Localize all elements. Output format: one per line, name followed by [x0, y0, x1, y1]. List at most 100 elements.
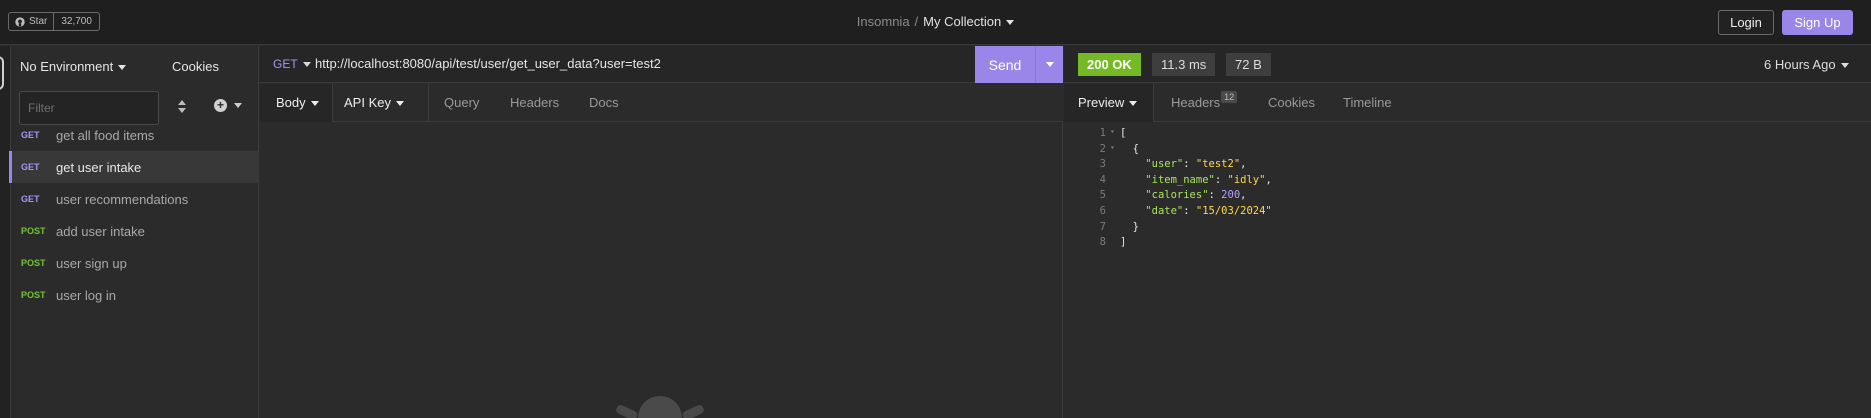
- code-line: 4 "item_name": "idly",: [1074, 174, 1272, 190]
- tab-response-headers-text: Headers: [1171, 95, 1221, 110]
- url-input[interactable]: http://localhost:8080/api/test/user/get_…: [315, 56, 1015, 71]
- code-line: 6 "date": "15/03/2024": [1074, 205, 1272, 221]
- chevron-down-icon: [395, 101, 404, 107]
- tab-body[interactable]: Body: [260, 84, 333, 122]
- response-time: 11.3 ms: [1152, 53, 1216, 76]
- environment-selector[interactable]: No Environment: [20, 59, 127, 74]
- request-item[interactable]: POST add user intake: [12, 215, 259, 247]
- top-bar: Star 32,700 Insomnia / My Collection Login…: [0, 0, 1871, 45]
- line-number: 4: [1099, 173, 1106, 186]
- breadcrumb-collection[interactable]: My Collection: [923, 14, 1015, 29]
- json-key: "calories": [1145, 189, 1209, 202]
- chevron-down-icon: [1045, 62, 1054, 67]
- tab-auth[interactable]: API Key: [333, 84, 429, 122]
- method-badge: POST: [21, 226, 46, 236]
- response-history-dropdown[interactable]: 6 Hours Ago: [1764, 57, 1849, 72]
- request-name: get all food items: [56, 127, 155, 143]
- breadcrumb: Insomnia / My Collection: [0, 14, 1871, 29]
- tab-response-cookies[interactable]: Cookies: [1268, 95, 1315, 110]
- add-request-button[interactable]: +: [214, 99, 242, 112]
- request-item[interactable]: GET get all food items: [12, 119, 259, 151]
- tab-body-text: Body: [276, 95, 306, 110]
- sidebar-toggle-handle[interactable]: [0, 56, 4, 90]
- tab-preview[interactable]: Preview: [1064, 84, 1154, 122]
- response-status-bar: 200 OK 11.3 ms 72 B 6 Hours Ago: [1064, 46, 1871, 83]
- send-options-dropdown[interactable]: [1035, 46, 1063, 83]
- chevron-down-icon: [1840, 63, 1849, 69]
- request-name: get user intake: [56, 159, 142, 175]
- sidebar-collapse-strip[interactable]: [0, 46, 11, 418]
- url-bar: GET http://localhost:8080/api/test/user/…: [260, 46, 1063, 83]
- request-name: user log in: [56, 287, 116, 303]
- line-number: 3: [1099, 158, 1106, 171]
- chevron-down-icon: [1129, 101, 1138, 107]
- chevron-down-icon: [310, 101, 319, 107]
- code-line: 2 ▾ {: [1074, 143, 1272, 159]
- line-number: 8: [1099, 236, 1106, 249]
- request-item[interactable]: GET get user intake: [9, 151, 259, 183]
- json-bracket: ]: [1120, 236, 1127, 249]
- cookies-button[interactable]: Cookies: [172, 59, 219, 74]
- line-number: 6: [1099, 204, 1106, 217]
- tab-response-headers[interactable]: Headers 12: [1171, 91, 1238, 110]
- send-label: Send: [988, 56, 1022, 73]
- empty-state-icon: [616, 396, 704, 418]
- line-number: 5: [1099, 189, 1106, 202]
- response-tabs: Preview Headers 12 Cookies Timeline: [1064, 84, 1871, 122]
- fold-icon[interactable]: ▾: [1110, 143, 1120, 159]
- tab-headers[interactable]: Headers: [510, 95, 559, 110]
- method-badge: GET: [21, 162, 40, 172]
- line-number: 1: [1099, 127, 1106, 139]
- breadcrumb-separator: /: [914, 14, 919, 29]
- sort-icon[interactable]: [176, 99, 188, 117]
- response-age: 6 Hours Ago: [1764, 57, 1836, 72]
- tab-query[interactable]: Query: [444, 95, 479, 110]
- sidebar: No Environment Cookies + GET get all food…: [9, 46, 259, 418]
- method-badge: GET: [21, 194, 40, 204]
- tab-preview-text: Preview: [1078, 95, 1125, 110]
- request-item[interactable]: POST user sign up: [12, 247, 259, 279]
- tab-auth-label: API Key: [344, 95, 404, 110]
- send-button[interactable]: Send: [975, 46, 1063, 83]
- code-line: 5 "calories": 200,: [1074, 189, 1272, 205]
- plus-icon: +: [214, 99, 227, 112]
- json-brace: {: [1132, 142, 1139, 155]
- method-selector[interactable]: GET: [273, 57, 311, 71]
- chevron-down-icon: [1006, 20, 1015, 26]
- fold-icon[interactable]: ▾: [1110, 127, 1120, 143]
- code-line: 8]: [1074, 236, 1272, 252]
- response-body-panel: 1 ▾[ 2 ▾ { 3 "user": "test2", 4 "item_name…: [1064, 122, 1871, 418]
- request-name: user sign up: [56, 255, 127, 271]
- method-label: GET: [273, 57, 298, 71]
- request-list: GET get all food items GET get user intake…: [9, 119, 259, 311]
- request-item[interactable]: GET user recommendations: [12, 183, 259, 215]
- status-badge: 200 OK: [1078, 53, 1141, 76]
- code-line: 1 ▾[: [1074, 127, 1272, 143]
- json-key: "date": [1145, 204, 1184, 217]
- tab-timeline[interactable]: Timeline: [1343, 95, 1392, 110]
- collection-name: My Collection: [923, 14, 1002, 29]
- chevron-down-icon: [302, 62, 311, 68]
- method-badge: POST: [21, 258, 46, 268]
- json-key: "item_name": [1145, 173, 1215, 186]
- json-value: "test2": [1195, 158, 1241, 171]
- response-size: 72 B: [1226, 53, 1271, 76]
- method-badge: POST: [21, 290, 46, 300]
- json-bracket: [: [1120, 127, 1127, 139]
- json-value: "15/03/2024": [1195, 204, 1272, 217]
- login-button[interactable]: Login: [1718, 10, 1774, 35]
- environment-label: No Environment: [20, 59, 114, 74]
- chevron-down-icon: [234, 103, 242, 108]
- code-line: 7 }: [1074, 221, 1272, 237]
- signup-button[interactable]: Sign Up: [1782, 10, 1853, 35]
- line-number: 7: [1099, 220, 1106, 233]
- breadcrumb-workspace[interactable]: Insomnia: [857, 14, 910, 29]
- headers-count-badge: 12: [1221, 91, 1238, 103]
- chevron-down-icon: [118, 65, 127, 71]
- request-name: user recommendations: [56, 191, 189, 207]
- line-number: 2: [1099, 142, 1106, 155]
- json-viewer: 1 ▾[ 2 ▾ { 3 "user": "test2", 4 "item_name…: [1074, 127, 1272, 252]
- tab-docs[interactable]: Docs: [589, 95, 619, 110]
- request-item[interactable]: POST user log in: [12, 279, 259, 311]
- code-line: 3 "user": "test2",: [1074, 158, 1272, 174]
